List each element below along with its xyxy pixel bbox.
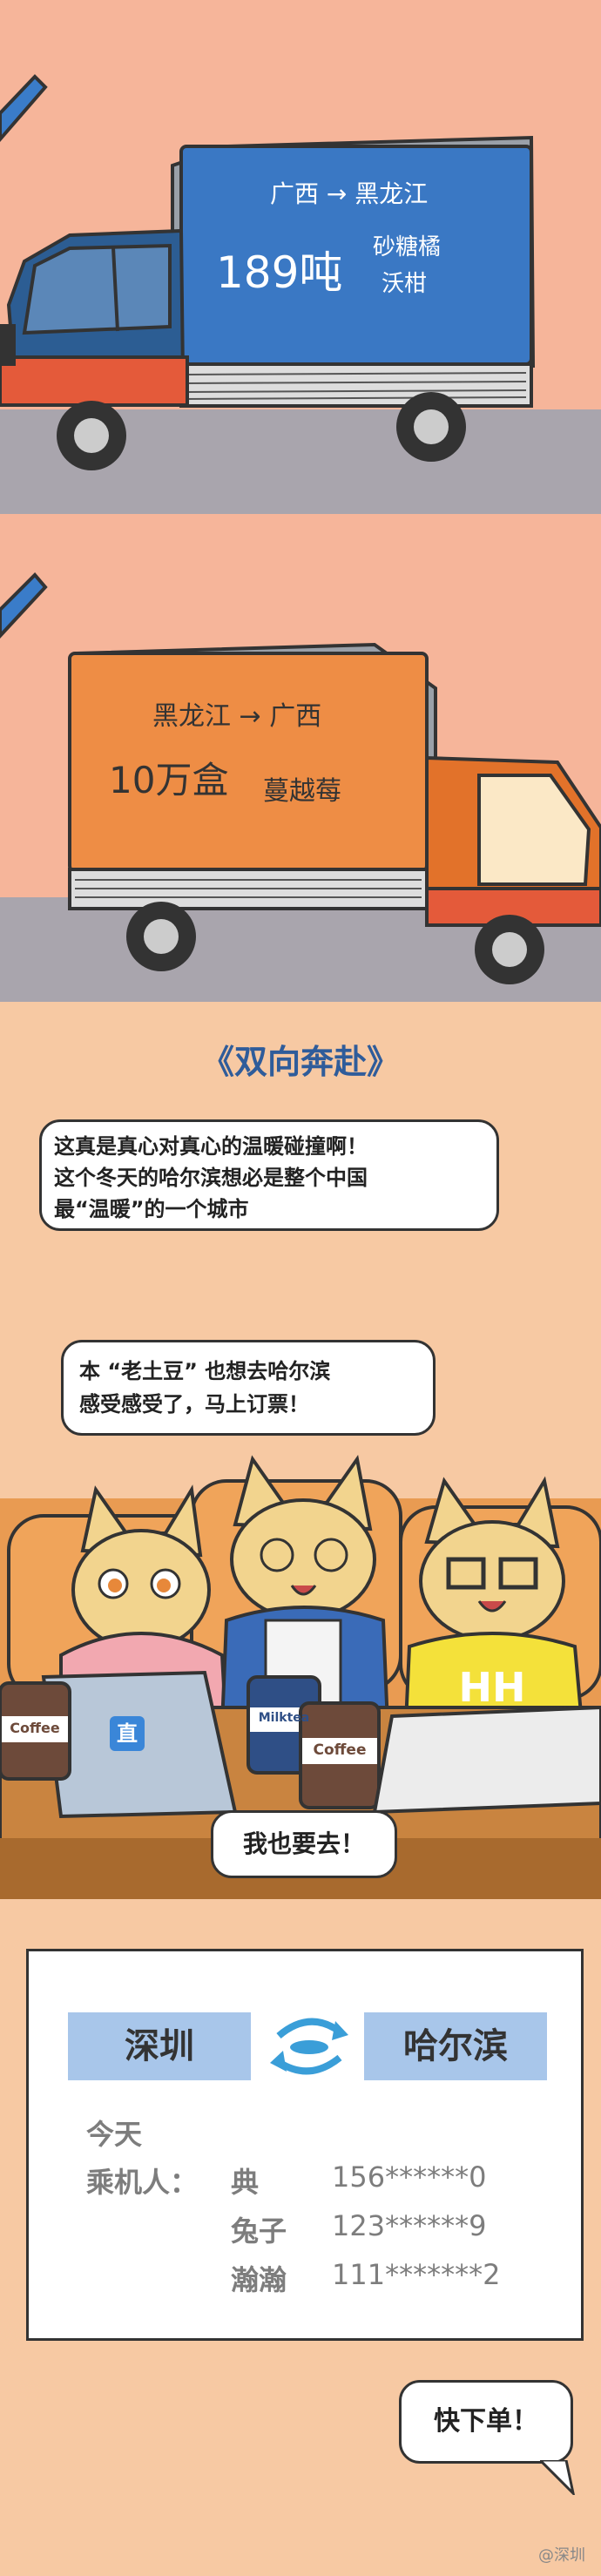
bubble-1-line-1: 这真是真心对真心的温暖碰撞啊！ [54,1134,368,1159]
passenger-phone: 156******0 [332,2160,487,2194]
passenger-name: 兔子 [231,2214,287,2248]
bubble-4-text: 快下单！ [434,2406,538,2437]
panel1-route: 广西 → 黑龙江 [270,179,428,208]
speech-bubble-2: 本 “老土豆” 也想去哈尔滨 感受感受了，马上订票！ [61,1340,436,1436]
laptop-badge: 直 [117,1721,138,1746]
watermark: @深圳 [538,2546,585,2565]
caption: 《双向奔赴》 [200,1043,400,1081]
panel-blue-truck: 广西 → 黑龙江 189吨 砂糖橘 沃柑 [0,0,601,514]
blue-truck-scene: 广西 → 黑龙江 189吨 砂糖橘 沃柑 [0,74,601,514]
ticket-card: 深圳 哈尔滨 今天 乘机人： 典 156******0 兔子 123******… [26,1949,584,2341]
cup-label-3: Coffee [313,1741,367,1759]
origin-city: 深圳 [68,2012,251,2080]
travel-day: 今天 [86,2118,143,2151]
panel2-cargo: 蔓越莓 [263,776,341,807]
speech-bubble-1: 这真是真心对真心的温暖碰撞啊！ 这个冬天的哈尔滨想必是整个中国 最“温暖”的一个… [39,1119,499,1231]
comic-page: 广西 → 黑龙江 189吨 砂糖橘 沃柑 黑龙江 → 广西 10万盒 蔓越莓 《… [0,0,601,2576]
speech-bubble-4: 快下单！ [399,2380,573,2464]
destination-city: 哈尔滨 [364,2012,547,2080]
orange-truck-scene: 黑龙江 → 广西 10万盒 蔓越莓 [0,572,601,1002]
passenger-phone: 123******9 [332,2209,487,2242]
bubble-1-line-2: 这个冬天的哈尔滨想必是整个中国 [54,1166,368,1190]
flight-swap-icon [270,2018,348,2075]
bubble-2-line-2: 感受感受了，马上订票！ [79,1392,309,1416]
bubble-2-line-1: 本 “老土豆” 也想去哈尔滨 [79,1359,331,1383]
passenger-name: 典 [231,2166,260,2199]
cats-scene: 直 Coffee Milktea Coffee HH 这真是真心对真心的温暖碰撞… [0,1098,601,1899]
panel2-route: 黑龙江 → 广西 [152,701,321,732]
passenger-label: 乘机人： [86,2166,199,2199]
cup-label-2: Milktea [258,1711,310,1725]
panel1-amount: 189吨 [216,247,342,298]
bubble-1-line-3: 最“温暖”的一个城市 [54,1197,249,1221]
panel-orange-truck: 黑龙江 → 广西 10万盒 蔓越莓 [0,514,601,1002]
panel2-amount: 10万盒 [109,759,228,801]
bubble-4-tail [540,2460,575,2495]
passenger-phone: 111*******2 [332,2258,501,2291]
speech-bubble-3: 我也要去！ [211,1810,397,1878]
cup-label-1: Coffee [10,1720,60,1736]
bubble-3-text: 我也要去！ [242,1829,365,1858]
panel1-cargo-2: 沃柑 [382,271,427,297]
passenger-name: 瀚瀚 [231,2263,287,2296]
panel1-cargo-1: 砂糖橘 [373,234,441,260]
shirt-text: HH [458,1664,526,1711]
